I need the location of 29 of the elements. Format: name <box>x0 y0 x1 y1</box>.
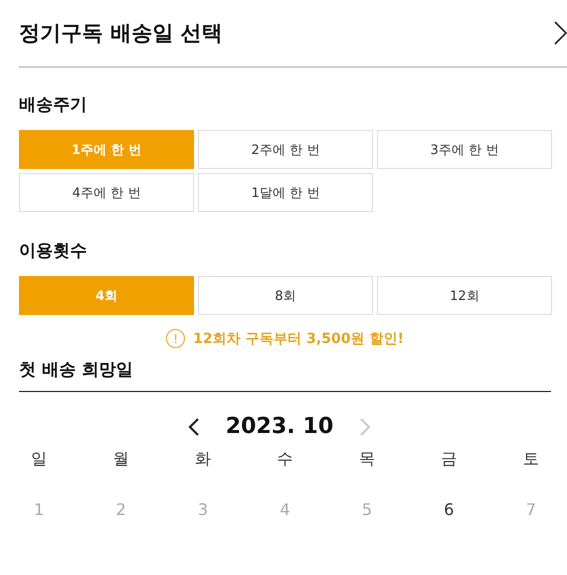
section-title: 배송주기 <box>19 94 88 116</box>
weekday-label: 금 <box>440 449 458 470</box>
weekday-label: 월 <box>112 449 130 470</box>
modal-title: 정기구독 배송일 선택 <box>19 20 223 47</box>
calendar-day: 2 <box>80 500 162 519</box>
calendar-day: 4 <box>244 500 326 519</box>
previous-month-icon[interactable] <box>188 416 200 436</box>
calendar-day: 1 <box>0 500 80 519</box>
count-option[interactable]: 8회 <box>198 276 373 315</box>
weekday-label: 토 <box>522 449 540 470</box>
calendar-day: 5 <box>326 500 408 519</box>
month-label: 2023. 10 <box>226 414 334 439</box>
calendar-day: 7 <box>490 500 567 519</box>
weekday-label: 수 <box>276 449 294 470</box>
weekday-label: 화 <box>194 449 212 470</box>
cycle-option[interactable]: 1달에 한 번 <box>198 173 373 212</box>
calendar-day: 3 <box>162 500 244 519</box>
section-title: 첫 배송 희망일 <box>19 359 134 381</box>
cycle-option[interactable]: 4주에 한 번 <box>19 173 194 212</box>
calendar-day[interactable]: 6 <box>408 500 490 519</box>
discount-notice: 12회차 구독부터 3,500원 할인! <box>193 330 404 348</box>
close-icon[interactable] <box>554 21 567 45</box>
cycle-option[interactable]: 2주에 한 번 <box>198 130 373 169</box>
warning-icon: ! <box>166 329 186 348</box>
section-title: 이용횟수 <box>19 240 88 262</box>
count-option[interactable]: 12회 <box>377 276 552 315</box>
cycle-option[interactable]: 3주에 한 번 <box>377 130 552 169</box>
weekday-label: 목 <box>358 449 376 470</box>
weekday-label: 일 <box>30 449 48 470</box>
